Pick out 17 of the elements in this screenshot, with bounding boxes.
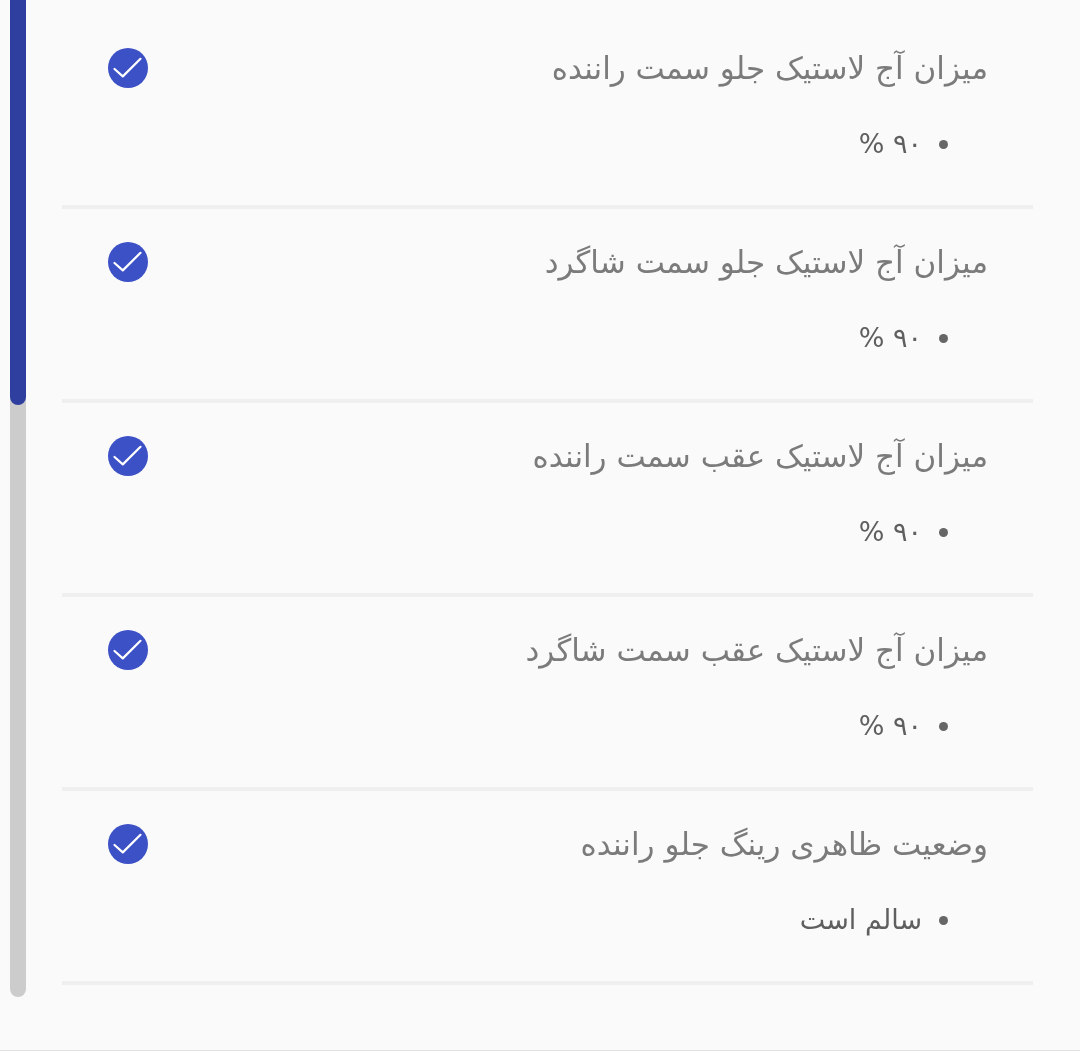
scrollbar-thumb[interactable] [10,0,26,405]
bullet-icon [939,527,948,537]
bullet-icon [939,915,948,925]
item-title: میزان آج لاستیک عقب سمت راننده [532,437,988,476]
bullet-icon [939,721,948,731]
item-title: میزان آج لاستیک جلو سمت راننده [551,49,988,88]
bullet-icon [939,333,948,343]
item-value: ۹۰ % [858,515,922,549]
item-value: ۹۰ % [858,709,922,743]
item-title: میزان آج لاستیک عقب سمت شاگرد [525,631,988,670]
item-title: وضعیت ظاهری رینگ جلو راننده [580,825,988,864]
bullet-icon [939,139,948,149]
item-value: سالم است [799,903,922,938]
item-value: ۹۰ % [858,321,922,355]
scrollbar-track[interactable] [10,0,26,997]
item-value: ۹۰ % [858,127,922,161]
item-title: میزان آج لاستیک جلو سمت شاگرد [544,243,988,282]
